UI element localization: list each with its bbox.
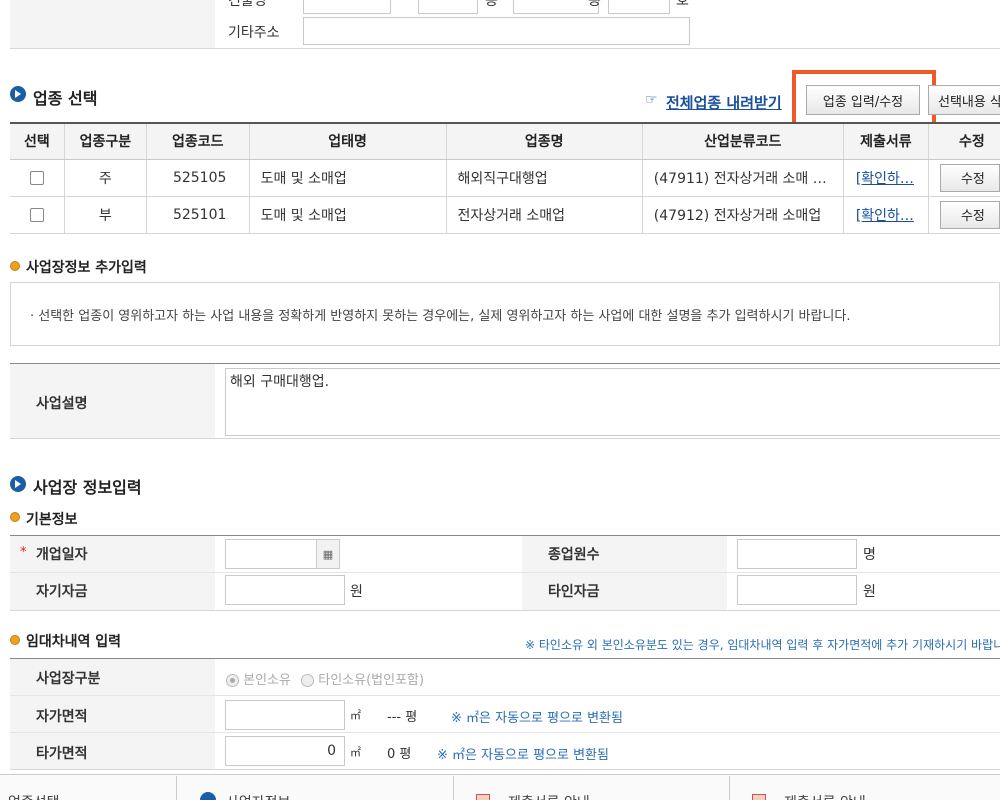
- business-section-title: 사업장 정보입력: [33, 478, 142, 497]
- extra-address-input: [303, 17, 690, 45]
- own-area-label: 자가면적: [36, 709, 88, 725]
- required-mark: *: [20, 545, 27, 560]
- own-area-unit: ㎡: [350, 709, 361, 722]
- other-area-unit: ㎡: [350, 746, 361, 759]
- open-date-label: 개업일자: [36, 547, 88, 563]
- floor-unit: 동: [588, 0, 601, 9]
- section-bullet-icon: [10, 86, 26, 102]
- other-capital-input[interactable]: [737, 575, 857, 605]
- row-class-code: (47912) 전자상거래 소매업: [641, 196, 844, 234]
- download-all-link[interactable]: 전체업종 내려받기: [666, 92, 801, 113]
- calendar-icon[interactable]: ▦: [316, 539, 340, 569]
- industry-section-title: 업종 선택: [33, 89, 98, 108]
- radio-own-label: 본인소유: [243, 673, 291, 688]
- desc-textarea[interactable]: 해외 구매대행업.: [225, 368, 1000, 436]
- dong-unit: 동: [485, 0, 498, 9]
- other-area-label: 타가면적: [36, 746, 88, 762]
- col-select: 선택: [10, 122, 65, 160]
- own-area-pyeong: --- 평: [387, 710, 418, 725]
- other-area-note: ※ ㎡은 자동으로 평으로 변환됨: [437, 748, 609, 763]
- dong-input[interactable]: [418, 0, 478, 14]
- radio-other[interactable]: [301, 674, 315, 687]
- open-date-input[interactable]: [225, 539, 317, 569]
- ho-unit: 호: [676, 0, 689, 9]
- step-item-3[interactable]: 제출서류 안내: [508, 792, 590, 800]
- hand-pointer-icon: ☞: [645, 92, 658, 108]
- other-area-pyeong: 0 평: [387, 747, 412, 762]
- col-business: 업태명: [248, 122, 447, 160]
- step-item-4[interactable]: 제출서류 안내: [784, 792, 866, 800]
- table-row: 주 525105 도매 및 소매업 해외직구대행업 (47911) 전자상거래 …: [10, 159, 1000, 197]
- extra-info-title: 사업장정보 추가입력: [26, 260, 147, 276]
- basic-info-title: 기본정보: [26, 512, 78, 528]
- other-area-input: 0: [225, 736, 345, 766]
- step-divider: [453, 776, 454, 800]
- building-label: 건물명: [228, 0, 267, 9]
- ho-input[interactable]: [608, 0, 670, 14]
- row-docs-link[interactable]: [확인하…: [856, 208, 914, 224]
- row-docs-link[interactable]: [확인하…: [856, 171, 914, 187]
- desc-label: 사업설명: [36, 396, 88, 412]
- extra-address-label: 기타주소: [228, 25, 280, 41]
- col-name: 업종명: [445, 122, 643, 160]
- lease-type-label: 사업장구분: [36, 671, 101, 687]
- row-code: 525105: [145, 159, 250, 197]
- lease-notice: ※ 타인소유 외 본인소유분도 있는 경우, 임대차내역 입력 후 자가면적에 …: [525, 638, 1000, 652]
- sub-bullet-icon: [10, 261, 20, 271]
- row-edit-button[interactable]: 수정: [939, 200, 1000, 229]
- row-checkbox[interactable]: [29, 207, 44, 222]
- col-docs: 제출서류: [842, 122, 929, 160]
- col-edit: 수정: [927, 122, 1000, 160]
- industry-table: 선택 업종구분 업종코드 업태명 업종명 산업분류코드 제출서류 수정 주 52…: [10, 122, 1000, 234]
- employees-label: 종업원수: [548, 547, 600, 563]
- col-class-code: 산업분류코드: [641, 122, 844, 160]
- step-divider: [729, 776, 730, 800]
- row-class-code: (47911) 전자상거래 소매 …: [641, 159, 844, 197]
- table-row: 부 525101 도매 및 소매업 전자상거래 소매업 (47912) 전자상거…: [10, 196, 1000, 234]
- row-checkbox[interactable]: [29, 170, 44, 185]
- row-name: 전자상거래 소매업: [445, 196, 643, 234]
- step-item-1[interactable]: 업종선택: [8, 792, 60, 800]
- row-business: 도매 및 소매업: [248, 196, 447, 234]
- lease-type-options: 본인소유 타인소유(법인포함): [226, 669, 424, 688]
- col-type: 업종구분: [63, 122, 147, 160]
- other-capital-label: 타인자금: [548, 584, 600, 600]
- step-item-2[interactable]: 사업자정보: [226, 792, 290, 800]
- own-capital-label: 자기자금: [36, 584, 88, 600]
- radio-other-label: 타인소유(법인포함): [318, 673, 425, 688]
- section-bullet-icon: [10, 476, 26, 492]
- document-icon: [752, 794, 766, 800]
- own-capital-input[interactable]: [225, 575, 345, 605]
- address-label-cell: [10, 0, 215, 48]
- sub-bullet-icon: [10, 635, 20, 645]
- own-area-note: ※ ㎡은 자동으로 평으로 변환됨: [451, 711, 623, 726]
- highlight-box: [792, 70, 936, 128]
- delete-selection-button[interactable]: 선택내용 삭제: [928, 85, 1000, 115]
- employees-input[interactable]: [737, 539, 857, 569]
- floor-input: [513, 0, 599, 14]
- step-divider: [176, 776, 177, 800]
- radio-own[interactable]: [226, 674, 239, 687]
- row-code: 525101: [145, 196, 250, 234]
- notice-text: · 선택한 업종이 영위하고자 하는 사업 내용을 정확하게 반영하지 못하는 …: [30, 309, 851, 324]
- sub-bullet-icon: [10, 512, 20, 522]
- own-capital-unit: 원: [350, 584, 363, 600]
- row-business: 도매 및 소매업: [248, 159, 447, 197]
- building-input[interactable]: [303, 0, 391, 14]
- other-capital-unit: 원: [863, 584, 876, 600]
- document-icon: [476, 794, 490, 800]
- lease-title: 임대차내역 입력: [26, 634, 122, 650]
- col-code: 업종코드: [145, 122, 250, 160]
- row-edit-button[interactable]: 수정: [939, 163, 1000, 192]
- row-name: 해외직구대행업: [445, 159, 643, 197]
- row-type: 부: [63, 196, 147, 234]
- own-area-input[interactable]: [225, 700, 345, 730]
- employees-unit: 명: [863, 547, 876, 563]
- row-type: 주: [63, 159, 147, 197]
